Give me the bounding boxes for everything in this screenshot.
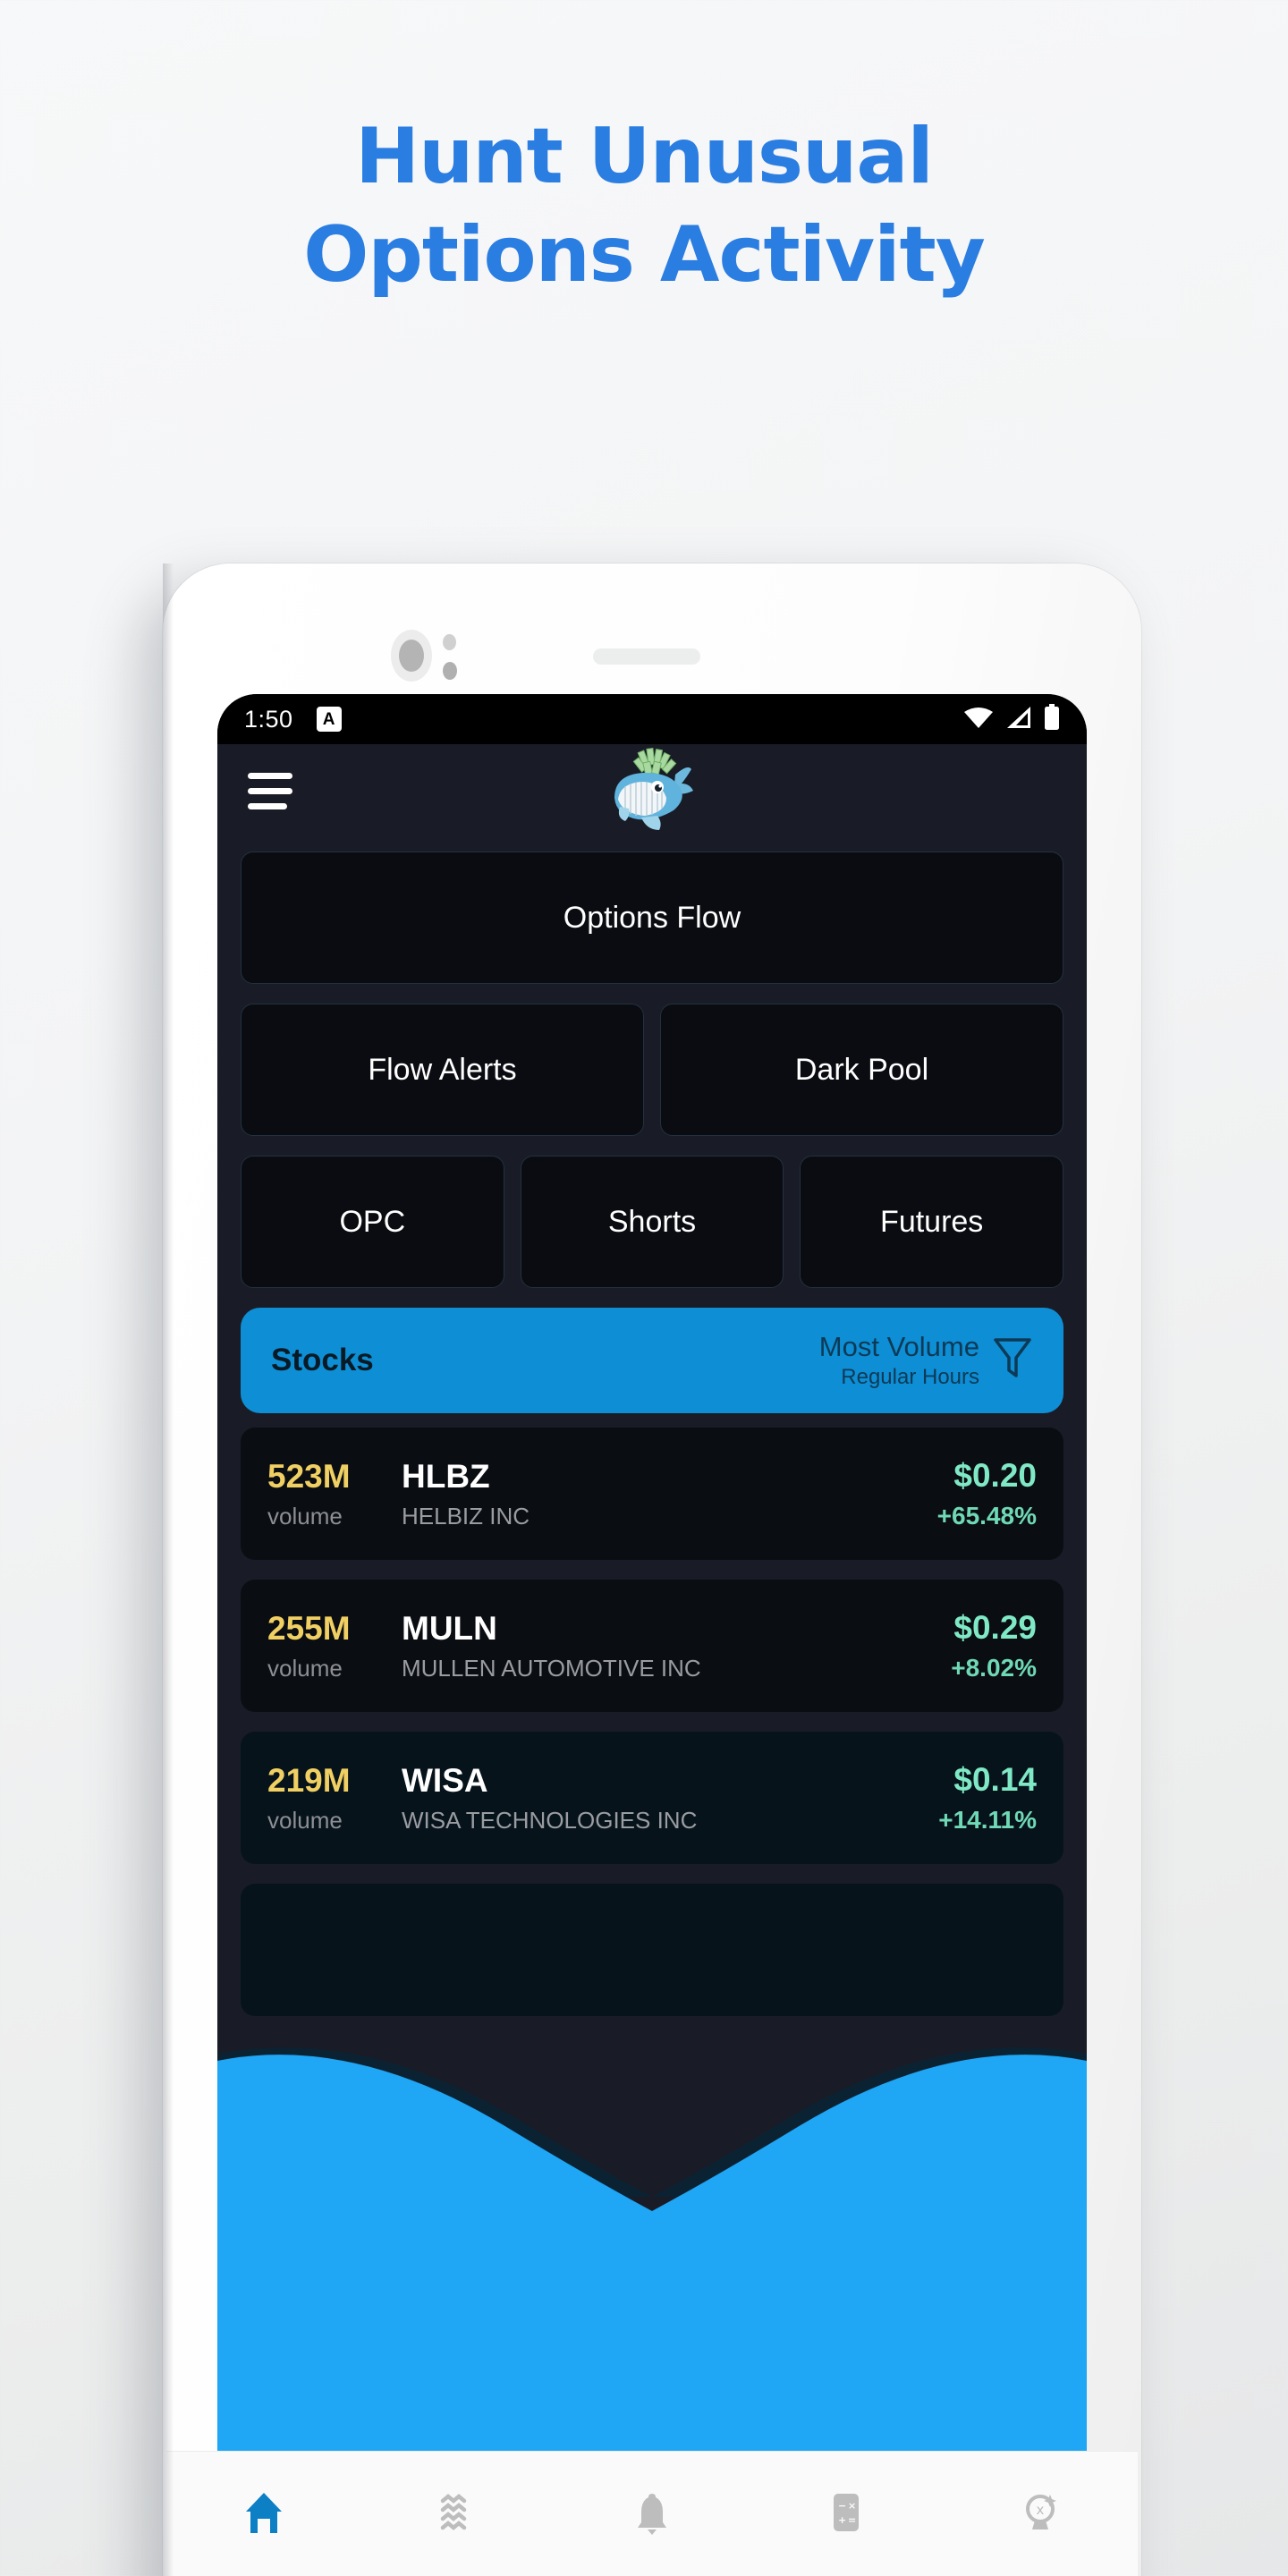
- row-volume-label: volume: [267, 1806, 343, 1834]
- row-change: +65.48%: [936, 1502, 1037, 1530]
- row-volume: 255M: [267, 1609, 351, 1647]
- status-bar: 1:50 A: [217, 694, 1087, 744]
- funnel-filter-icon[interactable]: [992, 1335, 1033, 1385]
- nav-tab-awards[interactable]: x: [944, 2488, 1138, 2541]
- hero-line-1: Hunt Unusual: [355, 112, 934, 201]
- row-ticker: WISA: [402, 1761, 488, 1799]
- row-price: $0.14: [953, 1761, 1037, 1798]
- nav-row-1: Options Flow: [241, 852, 1063, 984]
- stock-list: 523M HLBZ volume HELBIZ INC $0.20 +65.48…: [217, 1413, 1087, 2016]
- proximity-sensor-icon: [443, 634, 456, 650]
- table-row[interactable]: 255M MULN volume MULLEN AUTOMOTIVE INC $…: [241, 1580, 1063, 1712]
- stocks-filter-bar[interactable]: Stocks Most Volume Regular Hours: [241, 1308, 1063, 1413]
- row-price: $0.20: [953, 1457, 1037, 1494]
- filter-session-label: Regular Hours: [841, 1365, 979, 1390]
- nav-tab-alerts[interactable]: [555, 2488, 749, 2541]
- hero-headline: Hunt Unusual Options Activity: [0, 107, 1288, 304]
- bottom-navigation-bar: − × + = x: [166, 2451, 1138, 2576]
- bell-icon: [628, 2488, 676, 2541]
- nav-button-grid: Options Flow Flow Alerts Dark Pool OPC S…: [217, 837, 1087, 1288]
- row-company-name: HELBIZ INC: [402, 1502, 530, 1530]
- row-volume: 523M: [267, 1457, 351, 1495]
- front-camera-icon: [391, 630, 432, 682]
- whale-logo: [217, 748, 1087, 834]
- nav-button-flow-alerts[interactable]: Flow Alerts: [241, 1004, 644, 1136]
- app-header: [217, 744, 1087, 837]
- wave-decoration-dark: [217, 2047, 1087, 2197]
- home-icon: [240, 2488, 288, 2541]
- row-volume-label: volume: [267, 1502, 343, 1530]
- row-change: +14.11%: [938, 1806, 1037, 1834]
- row-company-name: MULLEN AUTOMOTIVE INC: [402, 1654, 701, 1682]
- earpiece-speaker: [593, 648, 700, 665]
- waves-icon: [434, 2488, 482, 2541]
- calculator-icon: − × + =: [822, 2488, 870, 2541]
- svg-text:×: ×: [848, 2500, 856, 2512]
- svg-text:x: x: [1037, 2502, 1045, 2518]
- nav-button-shorts[interactable]: Shorts: [520, 1156, 784, 1288]
- status-bar-clock: 1:50: [244, 705, 293, 733]
- row-company-name: WISA TECHNOLOGIES INC: [402, 1806, 698, 1834]
- row-ticker: HLBZ: [402, 1457, 490, 1495]
- row-volume-label: volume: [267, 1654, 343, 1682]
- notification-badge-icon: A: [316, 707, 342, 732]
- light-sensor-icon: [443, 662, 457, 680]
- nav-button-options-flow[interactable]: Options Flow: [241, 852, 1063, 984]
- battery-icon: [1044, 703, 1060, 735]
- row-ticker: MULN: [402, 1609, 497, 1647]
- nav-button-opc[interactable]: OPC: [241, 1156, 504, 1288]
- table-row[interactable]: 523M HLBZ volume HELBIZ INC $0.20 +65.48…: [241, 1428, 1063, 1560]
- svg-text:+: +: [838, 2514, 846, 2526]
- row-price: $0.29: [953, 1609, 1037, 1646]
- svg-text:−: −: [838, 2500, 846, 2512]
- table-row[interactable]: [241, 1884, 1063, 2016]
- phone-screen: 1:50 A Options Flow Flow Alerts Dark Poo…: [217, 694, 1087, 2451]
- hero-line-2: Options Activity: [303, 210, 986, 301]
- nav-tab-calculator[interactable]: − × + =: [750, 2488, 944, 2541]
- cellular-signal-icon: [1005, 706, 1032, 733]
- wifi-icon: [963, 706, 994, 733]
- wave-decoration-accent: [217, 2055, 1087, 2451]
- nav-tab-home[interactable]: [166, 2488, 360, 2541]
- nav-row-3: OPC Shorts Futures: [241, 1156, 1064, 1288]
- nav-button-dark-pool[interactable]: Dark Pool: [660, 1004, 1063, 1136]
- nav-tab-flow[interactable]: [360, 2488, 555, 2541]
- nav-button-futures[interactable]: Futures: [800, 1156, 1064, 1288]
- filter-sort-label: Most Volume: [818, 1331, 979, 1363]
- table-row[interactable]: 219M WISA volume WISA TECHNOLOGIES INC $…: [241, 1732, 1063, 1864]
- row-volume: 219M: [267, 1761, 351, 1799]
- trophy-icon: x: [1016, 2488, 1064, 2541]
- row-change: +8.02%: [951, 1654, 1037, 1682]
- nav-row-2: Flow Alerts Dark Pool: [241, 1004, 1063, 1136]
- svg-text:=: =: [848, 2514, 856, 2526]
- filter-bar-title: Stocks: [271, 1343, 374, 1377]
- hamburger-menu-icon[interactable]: [248, 772, 292, 809]
